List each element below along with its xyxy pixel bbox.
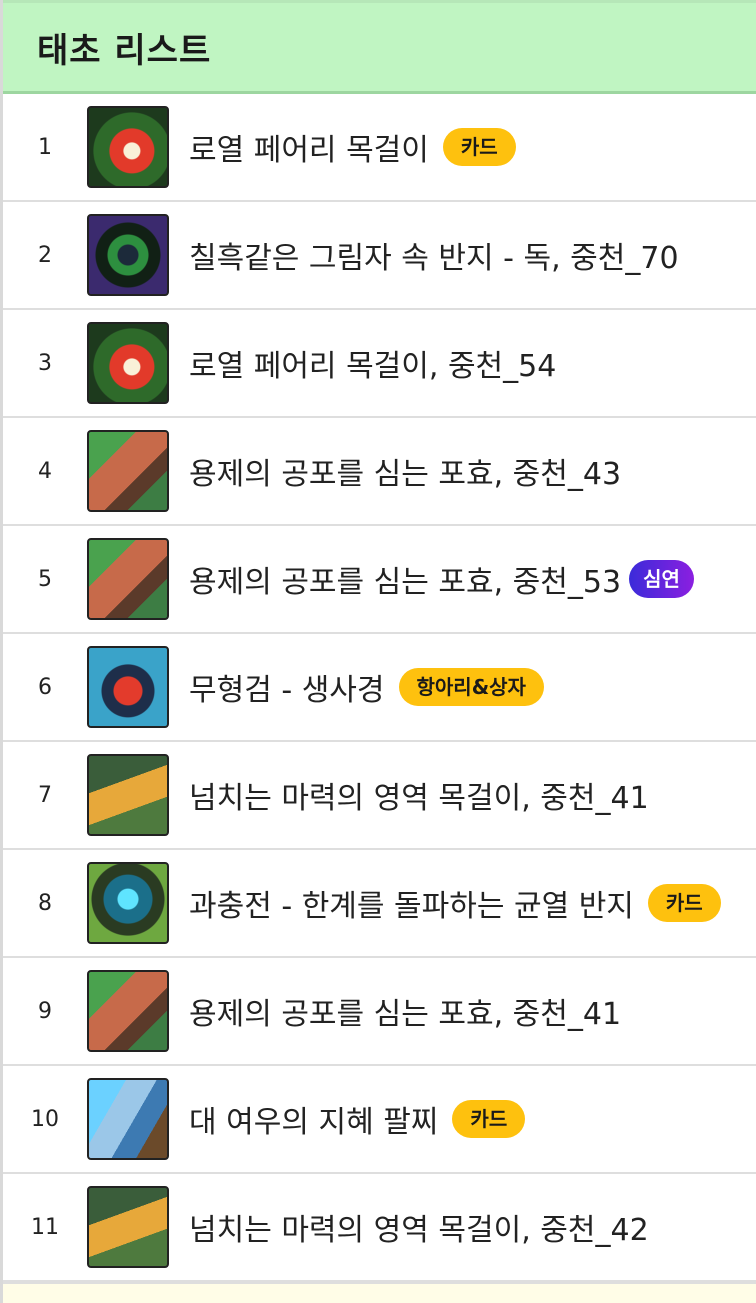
item-list: 1 로열 페어리 목걸이 카드 2 칠흑같은 그림자 속 반지 - 독, 중천_70 3 로… — [3, 94, 756, 1282]
item-icon — [87, 754, 169, 836]
item-list-panel: 태초 리스트 1 로열 페어리 목걸이 카드 2 칠흑같은 그림자 속 반지 - 독, … — [0, 0, 756, 1303]
item-name[interactable]: 무형검 - 생사경 — [189, 665, 385, 709]
item-icon — [87, 430, 169, 512]
item-number: 5 — [38, 566, 52, 592]
item-icon — [87, 862, 169, 944]
item-name[interactable]: 용제의 공포를 심는 포효, 중천_41 — [189, 989, 621, 1033]
item-number: 4 — [38, 458, 52, 484]
item-number: 6 — [38, 674, 52, 700]
item-badge: 카드 — [647, 884, 721, 922]
list-item[interactable]: 1 로열 페어리 목걸이 카드 — [3, 94, 756, 202]
item-name[interactable]: 로열 페어리 목걸이 — [189, 125, 429, 169]
item-name[interactable]: 넘치는 마력의 영역 목걸이, 중천_42 — [189, 1205, 649, 1249]
item-number: 9 — [38, 998, 52, 1024]
item-name[interactable]: 과충전 - 한계를 돌파하는 균열 반지 — [189, 881, 634, 925]
list-item[interactable]: 8 과충전 - 한계를 돌파하는 균열 반지 카드 — [3, 850, 756, 958]
item-icon — [87, 1078, 169, 1160]
item-badge: 카드 — [442, 128, 516, 166]
item-number: 11 — [31, 1214, 59, 1240]
item-icon — [87, 538, 169, 620]
item-icon — [87, 1186, 169, 1268]
item-icon — [87, 214, 169, 296]
item-name[interactable]: 로열 페어리 목걸이, 중천_54 — [189, 341, 556, 385]
item-number: 8 — [38, 890, 52, 916]
list-footer — [3, 1282, 756, 1303]
item-number: 3 — [38, 350, 52, 376]
item-badge: 심연 — [629, 560, 694, 598]
item-badge: 카드 — [452, 1100, 526, 1138]
item-name[interactable]: 용제의 공포를 심는 포효, 중천_53 — [189, 557, 621, 601]
list-item[interactable]: 9 용제의 공포를 심는 포효, 중천_41 — [3, 958, 756, 1066]
list-item[interactable]: 4 용제의 공포를 심는 포효, 중천_43 — [3, 418, 756, 526]
page-title: 태초 리스트 — [37, 30, 212, 71]
list-header: 태초 리스트 — [3, 0, 756, 94]
list-item[interactable]: 6 무형검 - 생사경 항아리&상자 — [3, 634, 756, 742]
list-item[interactable]: 5 용제의 공포를 심는 포효, 중천_53 심연 — [3, 526, 756, 634]
list-item[interactable]: 10 대 여우의 지혜 팔찌 카드 — [3, 1066, 756, 1174]
item-number: 1 — [38, 134, 52, 160]
item-badge: 항아리&상자 — [398, 668, 544, 706]
item-name[interactable]: 용제의 공포를 심는 포효, 중천_43 — [189, 449, 621, 493]
item-name[interactable]: 칠흑같은 그림자 속 반지 - 독, 중천_70 — [189, 233, 679, 277]
list-item[interactable]: 2 칠흑같은 그림자 속 반지 - 독, 중천_70 — [3, 202, 756, 310]
item-number: 7 — [38, 782, 52, 808]
item-number: 10 — [31, 1106, 59, 1132]
item-icon — [87, 646, 169, 728]
item-name[interactable]: 대 여우의 지혜 팔찌 — [189, 1097, 438, 1141]
list-item[interactable]: 3 로열 페어리 목걸이, 중천_54 — [3, 310, 756, 418]
item-name[interactable]: 넘치는 마력의 영역 목걸이, 중천_41 — [189, 773, 649, 817]
item-icon — [87, 106, 169, 188]
item-number: 2 — [38, 242, 52, 268]
item-icon — [87, 322, 169, 404]
item-icon — [87, 970, 169, 1052]
list-item[interactable]: 7 넘치는 마력의 영역 목걸이, 중천_41 — [3, 742, 756, 850]
list-item[interactable]: 11 넘치는 마력의 영역 목걸이, 중천_42 — [3, 1174, 756, 1282]
